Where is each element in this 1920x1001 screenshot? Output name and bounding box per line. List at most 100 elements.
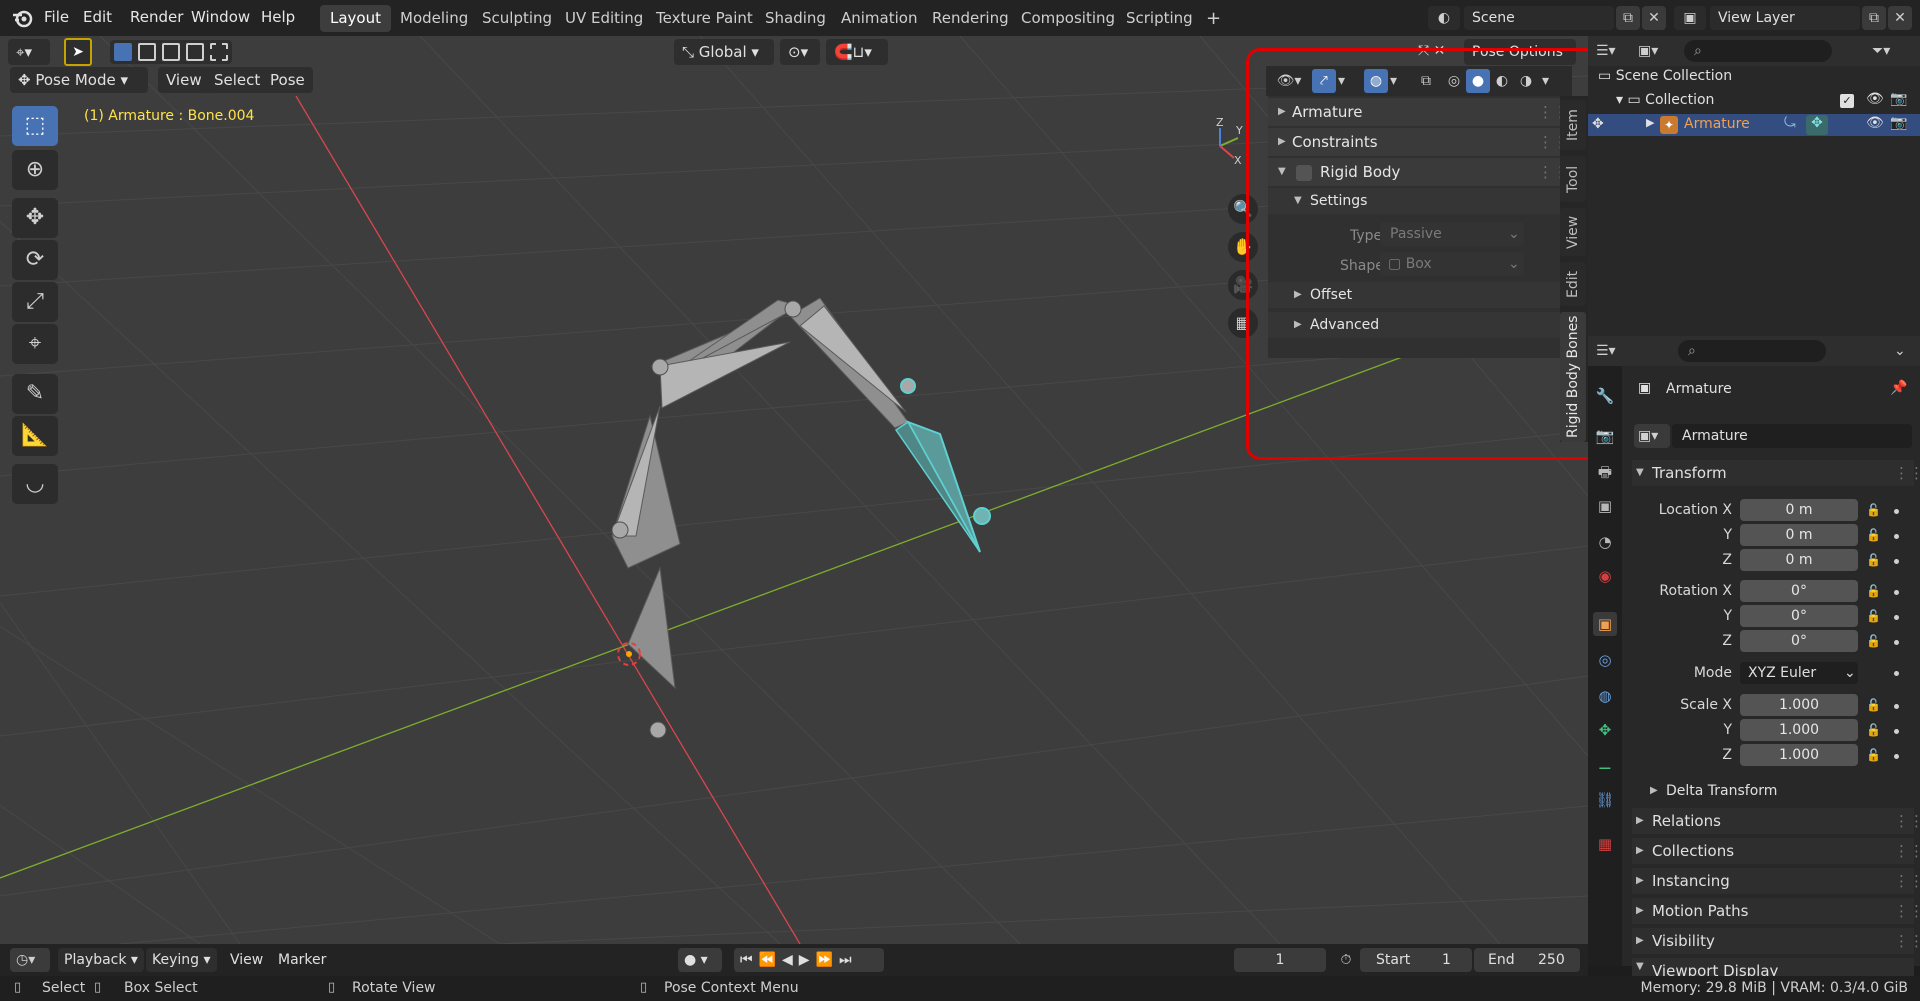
properties-search-input[interactable]: ⌕ bbox=[1678, 340, 1826, 362]
lock-icon[interactable]: 🔓 bbox=[1866, 698, 1881, 712]
location-z-field[interactable]: 0 m bbox=[1740, 549, 1858, 571]
rotation-mode-dropdown[interactable]: XYZ Euler ⌄ bbox=[1740, 662, 1858, 684]
subpanel-settings[interactable]: ▼ Settings bbox=[1268, 188, 1568, 214]
rotation-z-field[interactable]: 0° bbox=[1740, 630, 1858, 652]
perspective-toggle-icon[interactable]: ▦ bbox=[1228, 308, 1258, 338]
keyframe-dot-icon[interactable] bbox=[1894, 729, 1899, 734]
panel-viewport-display[interactable]: ▼ Viewport Display bbox=[1632, 958, 1914, 976]
keyframe-dot-icon[interactable] bbox=[1894, 754, 1899, 759]
panel-collections[interactable]: ▶ Collections ⋮⋮ bbox=[1632, 838, 1920, 864]
lock-icon[interactable]: 🔓 bbox=[1866, 584, 1881, 598]
lock-icon[interactable]: 🔓 bbox=[1866, 634, 1881, 648]
select-invert-icon[interactable] bbox=[186, 43, 204, 61]
lock-icon[interactable]: 🔓 bbox=[1866, 528, 1881, 542]
type-dropdown[interactable]: Passive ⌄ bbox=[1380, 222, 1524, 246]
view-layer-icon[interactable]: ▣ bbox=[1674, 6, 1706, 30]
menu-view[interactable]: View bbox=[158, 67, 210, 93]
tab-edit[interactable]: Edit bbox=[1560, 262, 1586, 306]
object-tab-icon[interactable]: ▣ bbox=[1593, 612, 1617, 636]
shape-dropdown[interactable]: ▢ Box ⌄ bbox=[1380, 252, 1524, 276]
end-frame-field[interactable]: End 250 bbox=[1474, 948, 1580, 972]
rigid-body-checkbox[interactable] bbox=[1296, 165, 1312, 181]
menu-file[interactable]: File bbox=[44, 8, 69, 26]
menu-timeline-view[interactable]: View bbox=[224, 948, 269, 972]
transform-orientation-dropdown[interactable]: ⤡ Global ▾ bbox=[674, 39, 774, 65]
transform-tool-icon[interactable]: ⌖ bbox=[12, 324, 58, 364]
texture-tab-icon[interactable]: ▦ bbox=[1593, 832, 1617, 856]
auto-keying-icon[interactable]: ● ▾ bbox=[678, 948, 722, 972]
drag-handle-icon[interactable]: ⋮⋮ bbox=[1894, 838, 1920, 864]
subpanel-delta-transform[interactable]: ▶ Delta Transform bbox=[1646, 778, 1914, 804]
select-tool-icon[interactable]: ➤ bbox=[64, 38, 92, 66]
keyframe-dot-icon[interactable] bbox=[1894, 671, 1899, 676]
armature-data-tab-icon[interactable]: ✥ bbox=[1593, 718, 1617, 742]
rotate-tool-icon[interactable]: ⟳ bbox=[12, 240, 58, 280]
drag-handle-icon[interactable]: ⋮⋮ bbox=[1894, 898, 1920, 924]
camera-render-icon[interactable]: 📷 bbox=[1890, 91, 1907, 107]
datablock-browse-icon[interactable]: ▣▾ bbox=[1634, 424, 1670, 448]
stopwatch-icon[interactable]: ⏱ bbox=[1334, 948, 1358, 972]
physics-tab-icon[interactable]: ◍ bbox=[1593, 684, 1617, 708]
lock-icon[interactable]: 🔓 bbox=[1866, 553, 1881, 567]
world-tab-icon[interactable]: ◉ bbox=[1593, 564, 1617, 588]
panel-relations[interactable]: ▶ Relations ⋮⋮ bbox=[1632, 808, 1920, 834]
menu-keying[interactable]: Keying ▾ bbox=[146, 948, 217, 972]
playback-controls[interactable]: ⏮⏪◀▶⏩⏭ bbox=[734, 948, 884, 972]
lock-icon[interactable]: 🔓 bbox=[1866, 503, 1881, 517]
filter-icon[interactable]: ⏷▾ bbox=[1872, 40, 1912, 62]
new-scene-icon[interactable]: ⧉ bbox=[1616, 6, 1640, 30]
annotate-tool-icon[interactable]: ✎ bbox=[12, 374, 58, 414]
pan-hand-icon[interactable]: ✋ bbox=[1228, 232, 1258, 262]
menu-edit[interactable]: Edit bbox=[83, 8, 112, 26]
start-frame-field[interactable]: Start 1 bbox=[1360, 948, 1472, 972]
location-y-field[interactable]: 0 m bbox=[1740, 524, 1858, 546]
tab-sculpting[interactable]: Sculpting bbox=[472, 5, 562, 32]
panel-armature[interactable]: ▶ Armature ⋮⋮ bbox=[1268, 98, 1568, 126]
overlays-toggle-icon[interactable]: ◍ bbox=[1364, 69, 1388, 93]
add-workspace-button[interactable]: + bbox=[1196, 5, 1231, 32]
cursor-tool-icon[interactable]: ⊕ bbox=[12, 150, 58, 190]
render-tab-icon[interactable]: 📷 bbox=[1593, 424, 1617, 448]
select-new-icon[interactable] bbox=[114, 43, 132, 61]
keyframe-dot-icon[interactable] bbox=[1894, 704, 1899, 709]
select-box-tool-icon[interactable]: ⬚ bbox=[12, 106, 58, 146]
subpanel-offset[interactable]: ▶ Offset bbox=[1268, 282, 1568, 308]
scale-y-field[interactable]: 1.000 bbox=[1740, 719, 1858, 741]
keyframe-dot-icon[interactable] bbox=[1894, 640, 1899, 645]
drag-handle-icon[interactable]: ⋮⋮ bbox=[1894, 460, 1920, 486]
tab-tool[interactable]: Tool bbox=[1560, 156, 1586, 202]
select-subtract-icon[interactable] bbox=[162, 43, 180, 61]
bone-constraint-tab-icon[interactable]: ⛓ bbox=[1593, 788, 1617, 812]
select-intersect-icon[interactable] bbox=[210, 43, 228, 61]
rendered-shading-icon[interactable]: ◑ bbox=[1514, 69, 1538, 93]
tool-settings-tab-icon[interactable]: 🔧 bbox=[1593, 384, 1617, 408]
subpanel-advanced[interactable]: ▶ Advanced bbox=[1268, 312, 1568, 338]
delete-scene-icon[interactable]: ✕ bbox=[1642, 6, 1666, 30]
visibility-eye-icon[interactable]: 👁▾ bbox=[1270, 69, 1308, 93]
tab-modeling[interactable]: Modeling bbox=[390, 5, 478, 32]
scene-tab-icon[interactable]: ◔ bbox=[1593, 530, 1617, 554]
zoom-icon[interactable]: 🔍 bbox=[1228, 194, 1258, 224]
output-tab-icon[interactable]: 🖶 bbox=[1593, 460, 1617, 484]
modifiers-tab-icon[interactable]: ◎ bbox=[1593, 648, 1617, 672]
view-layer-tab-icon[interactable]: ▣ bbox=[1593, 494, 1617, 518]
scene-name-field[interactable]: Scene bbox=[1464, 6, 1614, 30]
measure-tool-icon[interactable]: 📐 bbox=[12, 416, 58, 456]
rotation-x-field[interactable]: 0° bbox=[1740, 580, 1858, 602]
keyframe-dot-icon[interactable] bbox=[1894, 559, 1899, 564]
panel-constraints[interactable]: ▶ Constraints ⋮⋮ bbox=[1268, 128, 1568, 156]
visibility-eye-icon[interactable]: 👁 bbox=[1866, 91, 1884, 107]
shading-dropdown-icon[interactable]: ▾ bbox=[1542, 69, 1562, 93]
menu-window[interactable]: Window bbox=[191, 8, 250, 26]
panel-transform[interactable]: ▼ Transform ⋮⋮ bbox=[1632, 460, 1920, 486]
select-extend-icon[interactable] bbox=[138, 43, 156, 61]
keyframe-dot-icon[interactable] bbox=[1894, 590, 1899, 595]
panel-visibility[interactable]: ▶ Visibility ⋮⋮ bbox=[1632, 928, 1920, 954]
editor-type-selector[interactable]: ⌖▾ bbox=[8, 39, 50, 65]
object-name-field[interactable]: Armature bbox=[1672, 424, 1912, 448]
outliner-row-collection[interactable]: ▾ ▭ Collection bbox=[1616, 92, 1714, 108]
tab-view[interactable]: View bbox=[1560, 208, 1586, 256]
tab-scripting[interactable]: Scripting bbox=[1116, 5, 1203, 32]
exclude-checkbox[interactable]: ✓ bbox=[1840, 94, 1854, 108]
new-view-layer-icon[interactable]: ⧉ bbox=[1862, 6, 1886, 30]
